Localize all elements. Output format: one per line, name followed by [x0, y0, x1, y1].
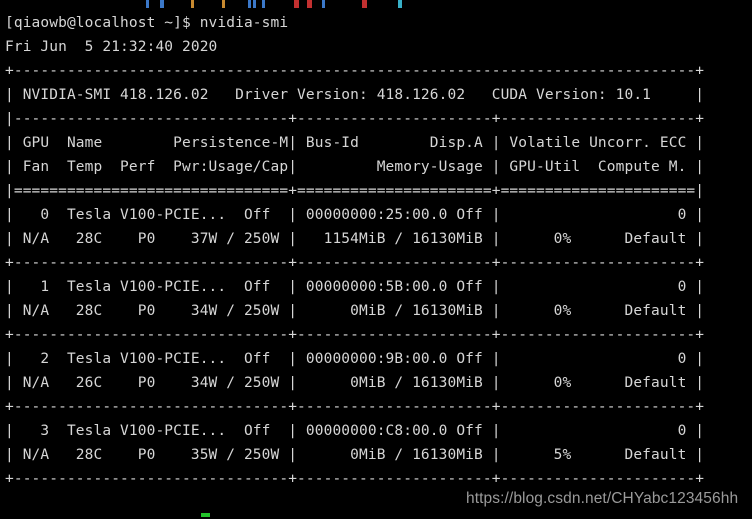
- nvidia-smi-version-line: | NVIDIA-SMI 418.126.02 Driver Version: …: [5, 87, 705, 103]
- gpu-separator-3: +-------------------------------+-------…: [5, 471, 705, 487]
- scrolled-line-placeholder: [5, 0, 750, 11]
- csdn-watermark: https://blog.csdn.net/CHYabc123456hh: [466, 490, 739, 507]
- column-header-row-2: | Fan Temp Perf Pwr:Usage/Cap| Memory-Us…: [5, 159, 705, 175]
- gpu-row-3-line-1: | 3 Tesla V100-PCIE... Off | 00000000:C8…: [5, 423, 705, 439]
- gpu-separator-2: +-------------------------------+-------…: [5, 399, 705, 415]
- table-border-top: +---------------------------------------…: [5, 63, 705, 79]
- gpu-row-3-line-2: | N/A 28C P0 35W / 250W | 0MiB / 16130Mi…: [5, 447, 705, 463]
- processes-border-top: +---------------------------------------…: [5, 515, 750, 519]
- table-border-thin: |-------------------------------+-------…: [5, 111, 705, 127]
- terminal-screen: [qiaowb@localhost ~]$ nvidia-smi Fri Jun…: [5, 0, 750, 519]
- gpu-row-1-line-2: | N/A 28C P0 34W / 250W | 0MiB / 16130Mi…: [5, 303, 705, 319]
- gpu-separator-1: +-------------------------------+-------…: [5, 327, 705, 343]
- gpu-separator-0: +-------------------------------+-------…: [5, 255, 705, 271]
- table-border-double: |===============================+=======…: [5, 183, 705, 199]
- shell-prompt-line[interactable]: [qiaowb@localhost ~]$ nvidia-smi: [5, 11, 750, 35]
- nvidia-smi-timestamp: Fri Jun 5 21:32:40 2020: [5, 39, 218, 55]
- gpu-row-2-line-2: | N/A 26C P0 34W / 250W | 0MiB / 16130Mi…: [5, 375, 705, 391]
- terminal-cursor: [201, 513, 210, 517]
- column-header-row-1: | GPU Name Persistence-M| Bus-Id Disp.A …: [5, 135, 705, 151]
- gpu-row-0-line-1: | 0 Tesla V100-PCIE... Off | 00000000:25…: [5, 207, 705, 223]
- gpu-row-1-line-1: | 1 Tesla V100-PCIE... Off | 00000000:5B…: [5, 279, 705, 295]
- terminal-window[interactable]: [qiaowb@localhost ~]$ nvidia-smi Fri Jun…: [0, 0, 752, 519]
- gpu-row-0-line-2: | N/A 28C P0 37W / 250W | 1154MiB / 1613…: [5, 231, 705, 247]
- gpu-row-2-line-1: | 2 Tesla V100-PCIE... Off | 00000000:9B…: [5, 351, 705, 367]
